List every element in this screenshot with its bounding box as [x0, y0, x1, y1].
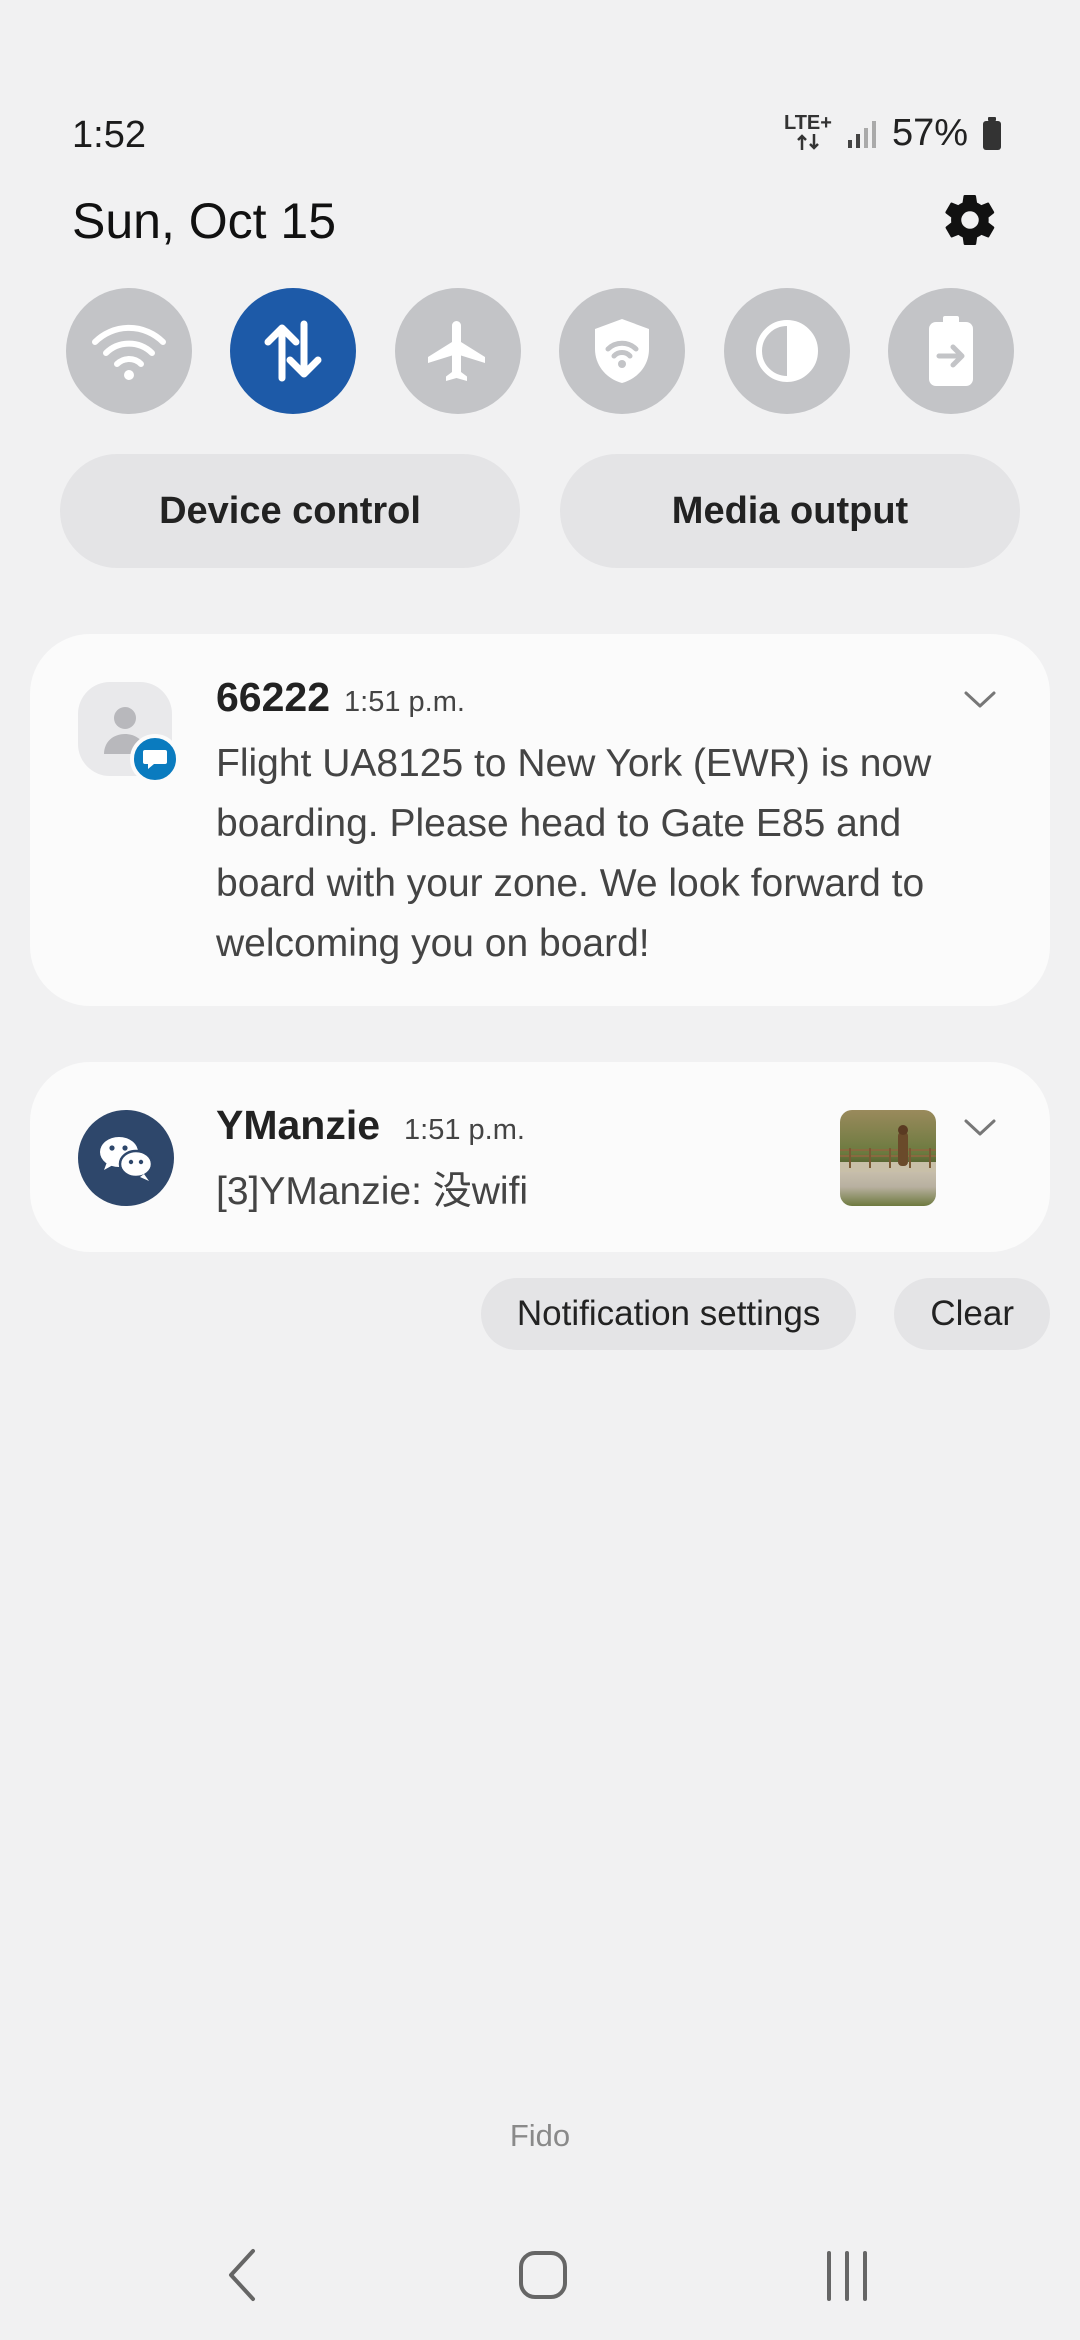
chevron-down-icon	[964, 1119, 996, 1136]
clear-button[interactable]: Clear	[894, 1278, 1050, 1350]
notification-settings-button[interactable]: Notification settings	[480, 1278, 857, 1350]
mobile-data-icon	[264, 320, 322, 382]
notification-time: 1:51 p.m.	[344, 686, 465, 718]
status-time: 1:52	[72, 114, 146, 156]
airplane-icon	[427, 321, 485, 381]
notification-card[interactable]: YManzie 1:51 p.m. [3]YManzie: 没wifi	[30, 1062, 1050, 1252]
quick-panel-buttons: Device control Media output	[60, 454, 1020, 568]
qs-tile-secure-wifi[interactable]	[559, 288, 686, 414]
navigation-bar	[0, 2230, 1080, 2310]
data-arrows-icon	[797, 133, 819, 150]
settings-button[interactable]	[940, 190, 1000, 250]
notification-sender: YManzie	[216, 1102, 381, 1148]
secure-wifi-icon	[595, 319, 650, 383]
chevron-down-icon	[964, 691, 996, 708]
gear-icon	[945, 194, 995, 245]
notification-body: Flight UA8125 to New York (EWR) is now b…	[216, 742, 932, 965]
notification-time: 1:51 p.m.	[404, 1114, 525, 1146]
back-icon	[229, 2249, 255, 2301]
image-thumbnail	[840, 1110, 936, 1206]
notification-header: 66222 1:51 p.m.	[216, 674, 465, 721]
device-control-button[interactable]: Device control	[60, 454, 520, 568]
notification-card[interactable]: 66222 1:51 p.m. Flight UA8125 to New Yor…	[30, 634, 1050, 1006]
status-bar: 1:52 LTE+ 57%	[0, 0, 1080, 200]
recents-icon	[827, 2251, 867, 2301]
quick-settings-row	[66, 288, 1014, 414]
qs-tile-power-share[interactable]	[887, 288, 1014, 414]
qs-tile-mobile-data[interactable]	[230, 288, 357, 414]
message-badge-icon	[130, 734, 180, 784]
expand-button[interactable]	[960, 684, 1000, 714]
notification-header: YManzie 1:51 p.m.	[216, 1102, 525, 1149]
lte-indicator: LTE+	[784, 113, 832, 155]
notification-sender: 66222	[216, 674, 331, 720]
battery-icon	[983, 116, 1001, 150]
qs-tile-airplane[interactable]	[394, 288, 521, 414]
power-share-icon	[928, 316, 973, 386]
wifi-icon	[92, 324, 166, 380]
lte-label: LTE+	[783, 111, 832, 134]
qs-tile-contrast[interactable]	[723, 288, 850, 414]
home-icon	[519, 2251, 567, 2299]
notification-actions: Notification settings Clear	[480, 1278, 1050, 1350]
status-icons: LTE+ 57%	[784, 112, 1002, 155]
wechat-app-icon	[78, 1110, 174, 1206]
wechat-icon	[100, 1137, 154, 1181]
date-label: Sun, Oct 15	[72, 193, 337, 249]
home-button[interactable]	[508, 2240, 578, 2310]
media-output-button[interactable]: Media output	[560, 454, 1020, 568]
battery-percent: 57%	[891, 112, 968, 154]
notification-body: [3]YManzie: 没wifi	[216, 1170, 529, 1213]
expand-button[interactable]	[960, 1112, 1000, 1142]
signal-icon	[847, 120, 876, 148]
contrast-icon	[755, 320, 818, 382]
carrier-label: Fido	[509, 2118, 571, 2153]
back-button[interactable]	[208, 2240, 278, 2310]
recents-button[interactable]	[812, 2240, 882, 2310]
qs-tile-wifi[interactable]	[66, 288, 192, 414]
